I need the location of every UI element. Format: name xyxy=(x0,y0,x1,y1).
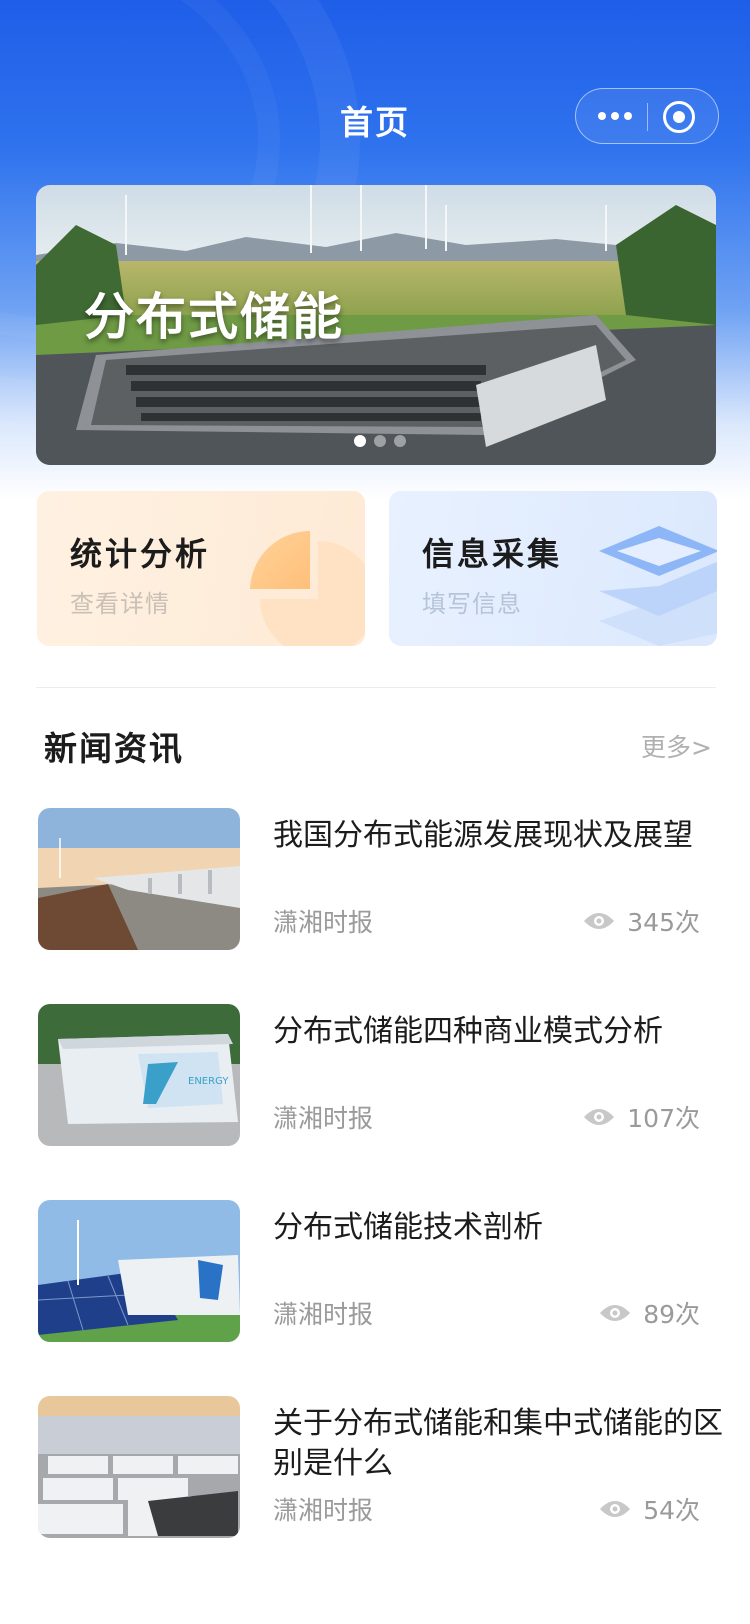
statistics-analysis-card[interactable]: 统计分析 查看详情 xyxy=(37,491,365,646)
news-headline: 我国分布式能源发展现状及展望 xyxy=(273,818,693,853)
news-thumbnail: ENERGY xyxy=(38,1004,240,1146)
view-count: 107次 xyxy=(627,1104,700,1133)
info-collection-card[interactable]: 信息采集 填写信息 xyxy=(389,491,717,646)
news-headline: 分布式储能技术剖析 xyxy=(273,1210,543,1245)
card-title: 信息采集 xyxy=(422,535,563,573)
news-item[interactable]: ENERGY 分布式储能四种商业模式分析 潇湘时报 107次 xyxy=(0,1004,750,1146)
pie-chart-icon xyxy=(250,531,365,646)
news-source: 潇湘时报 xyxy=(273,908,374,937)
news-more-link[interactable]: 更多> xyxy=(641,728,712,764)
card-title: 统计分析 xyxy=(70,535,211,573)
news-views: 345次 xyxy=(583,903,700,939)
news-item[interactable]: 我国分布式能源发展现状及展望 潇湘时报 345次 xyxy=(0,808,750,950)
carousel-dot xyxy=(374,435,386,447)
card-subtitle: 填写信息 xyxy=(422,590,522,618)
view-count: 345次 xyxy=(627,908,700,937)
news-thumbnail xyxy=(38,808,240,950)
card-subtitle: 查看详情 xyxy=(70,590,170,618)
eye-icon xyxy=(600,1305,631,1321)
news-thumbnail xyxy=(38,1396,240,1538)
banner-carousel[interactable]: 分布式储能 xyxy=(36,185,716,465)
news-item[interactable]: 关于分布式储能和集中式储能的区别是什么 潇湘时报 54次 xyxy=(0,1396,750,1538)
view-count: 54次 xyxy=(643,1496,700,1525)
layers-icon xyxy=(599,526,717,646)
news-views: 54次 xyxy=(599,1491,700,1527)
banner-title: 分布式储能 xyxy=(84,288,344,346)
section-divider xyxy=(36,687,716,688)
capsule-divider xyxy=(647,103,648,131)
news-source: 潇湘时报 xyxy=(273,1496,374,1525)
eye-icon xyxy=(584,913,615,929)
svg-text:ENERGY: ENERGY xyxy=(188,1076,229,1087)
news-item[interactable]: 分布式储能技术剖析 潇湘时报 89次 xyxy=(0,1200,750,1342)
carousel-dot-active xyxy=(354,435,366,447)
carousel-indicator xyxy=(354,432,414,447)
close-target-icon[interactable] xyxy=(663,101,695,133)
news-headline: 关于分布式储能和集中式储能的区别是什么 xyxy=(273,1406,723,1481)
news-section-title: 新闻资讯 xyxy=(44,729,184,768)
more-icon[interactable] xyxy=(598,106,634,126)
view-count: 89次 xyxy=(643,1300,700,1329)
navigation-bar: 首页 xyxy=(0,80,750,156)
eye-icon xyxy=(584,1109,615,1125)
news-thumbnail xyxy=(38,1200,240,1342)
mini-program-capsule xyxy=(575,88,719,144)
news-headline: 分布式储能四种商业模式分析 xyxy=(273,1014,663,1049)
news-views: 107次 xyxy=(583,1099,700,1135)
carousel-dot xyxy=(394,435,406,447)
news-views: 89次 xyxy=(599,1295,700,1331)
eye-icon xyxy=(600,1501,631,1517)
news-source: 潇湘时报 xyxy=(273,1104,374,1133)
news-source: 潇湘时报 xyxy=(273,1300,374,1329)
